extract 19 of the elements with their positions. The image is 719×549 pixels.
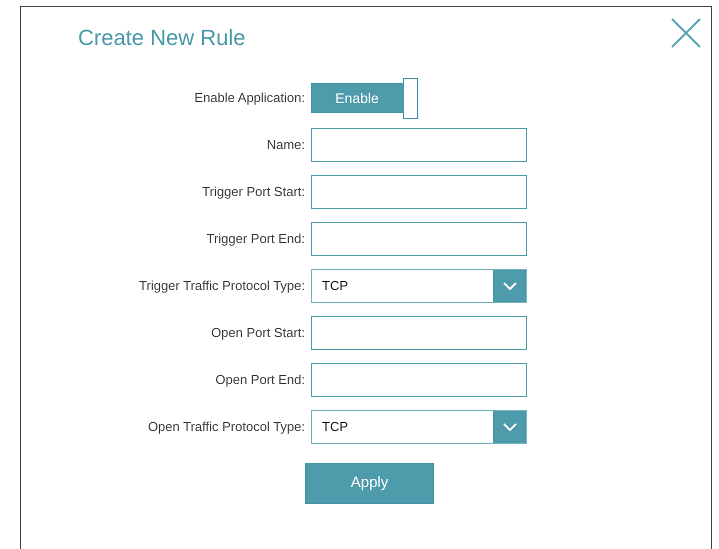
dialog-title: Create New Rule xyxy=(78,25,246,52)
caret-icon xyxy=(493,411,526,443)
close-icon[interactable] xyxy=(671,18,701,48)
field-label: Trigger Port End: xyxy=(205,230,306,248)
field-label: Name: xyxy=(266,136,306,154)
input-field[interactable] xyxy=(311,363,527,397)
input-field[interactable] xyxy=(311,175,527,209)
protocol-dropdown[interactable]: TCP xyxy=(311,269,527,303)
field-label: Enable Application: xyxy=(193,89,306,108)
protocol-dropdown[interactable]: TCP xyxy=(311,410,527,444)
field-label: Open Port End: xyxy=(214,371,306,390)
field-label: Open Port Start: xyxy=(210,324,306,342)
input-field[interactable] xyxy=(311,316,527,350)
field-label: Trigger Traffic Protocol Type: xyxy=(138,277,306,296)
input-field[interactable] xyxy=(311,222,527,256)
input-field[interactable] xyxy=(311,128,527,162)
field-label: Trigger Port Start: xyxy=(201,183,306,202)
field-label: Open Traffic Protocol Type: xyxy=(146,418,306,436)
caret-icon xyxy=(493,270,526,302)
